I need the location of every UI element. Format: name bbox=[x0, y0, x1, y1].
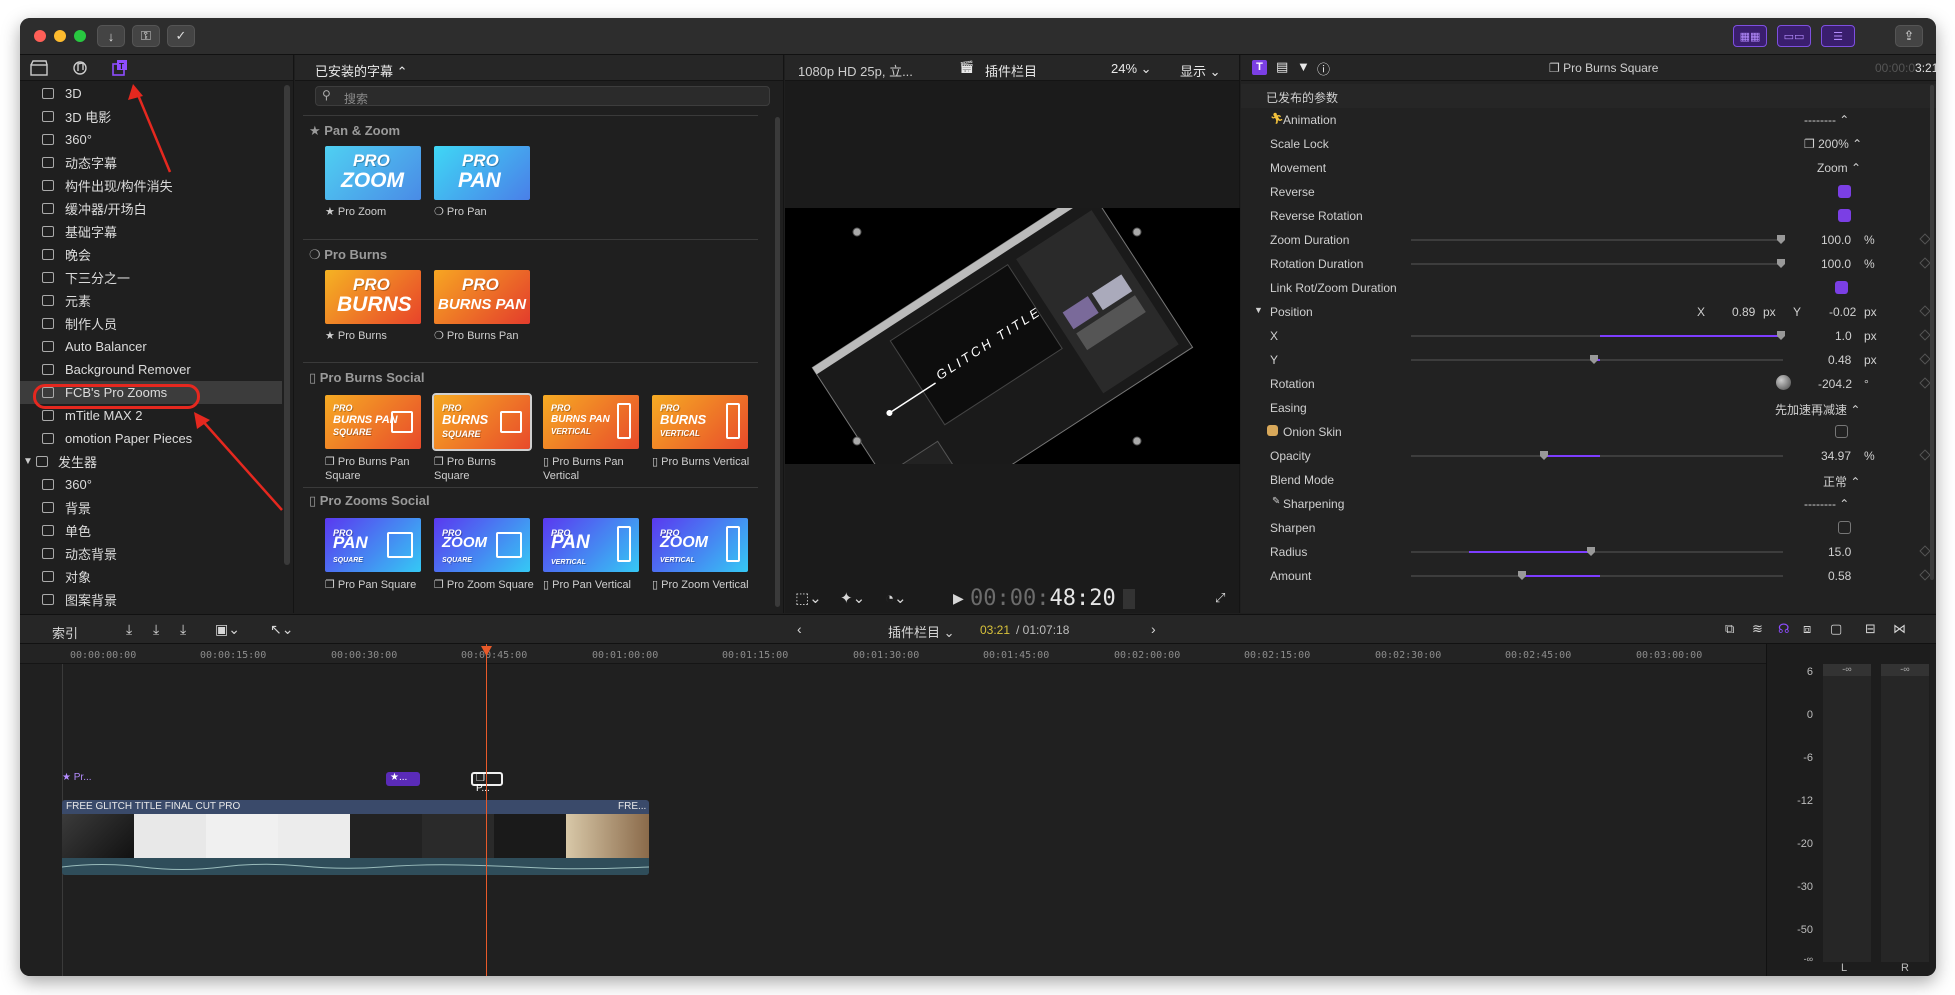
annotation-arrowhead bbox=[128, 84, 143, 100]
annotation-arrow bbox=[199, 417, 283, 511]
annotation-arrows bbox=[128, 84, 283, 511]
annotation-arrow bbox=[134, 89, 172, 173]
